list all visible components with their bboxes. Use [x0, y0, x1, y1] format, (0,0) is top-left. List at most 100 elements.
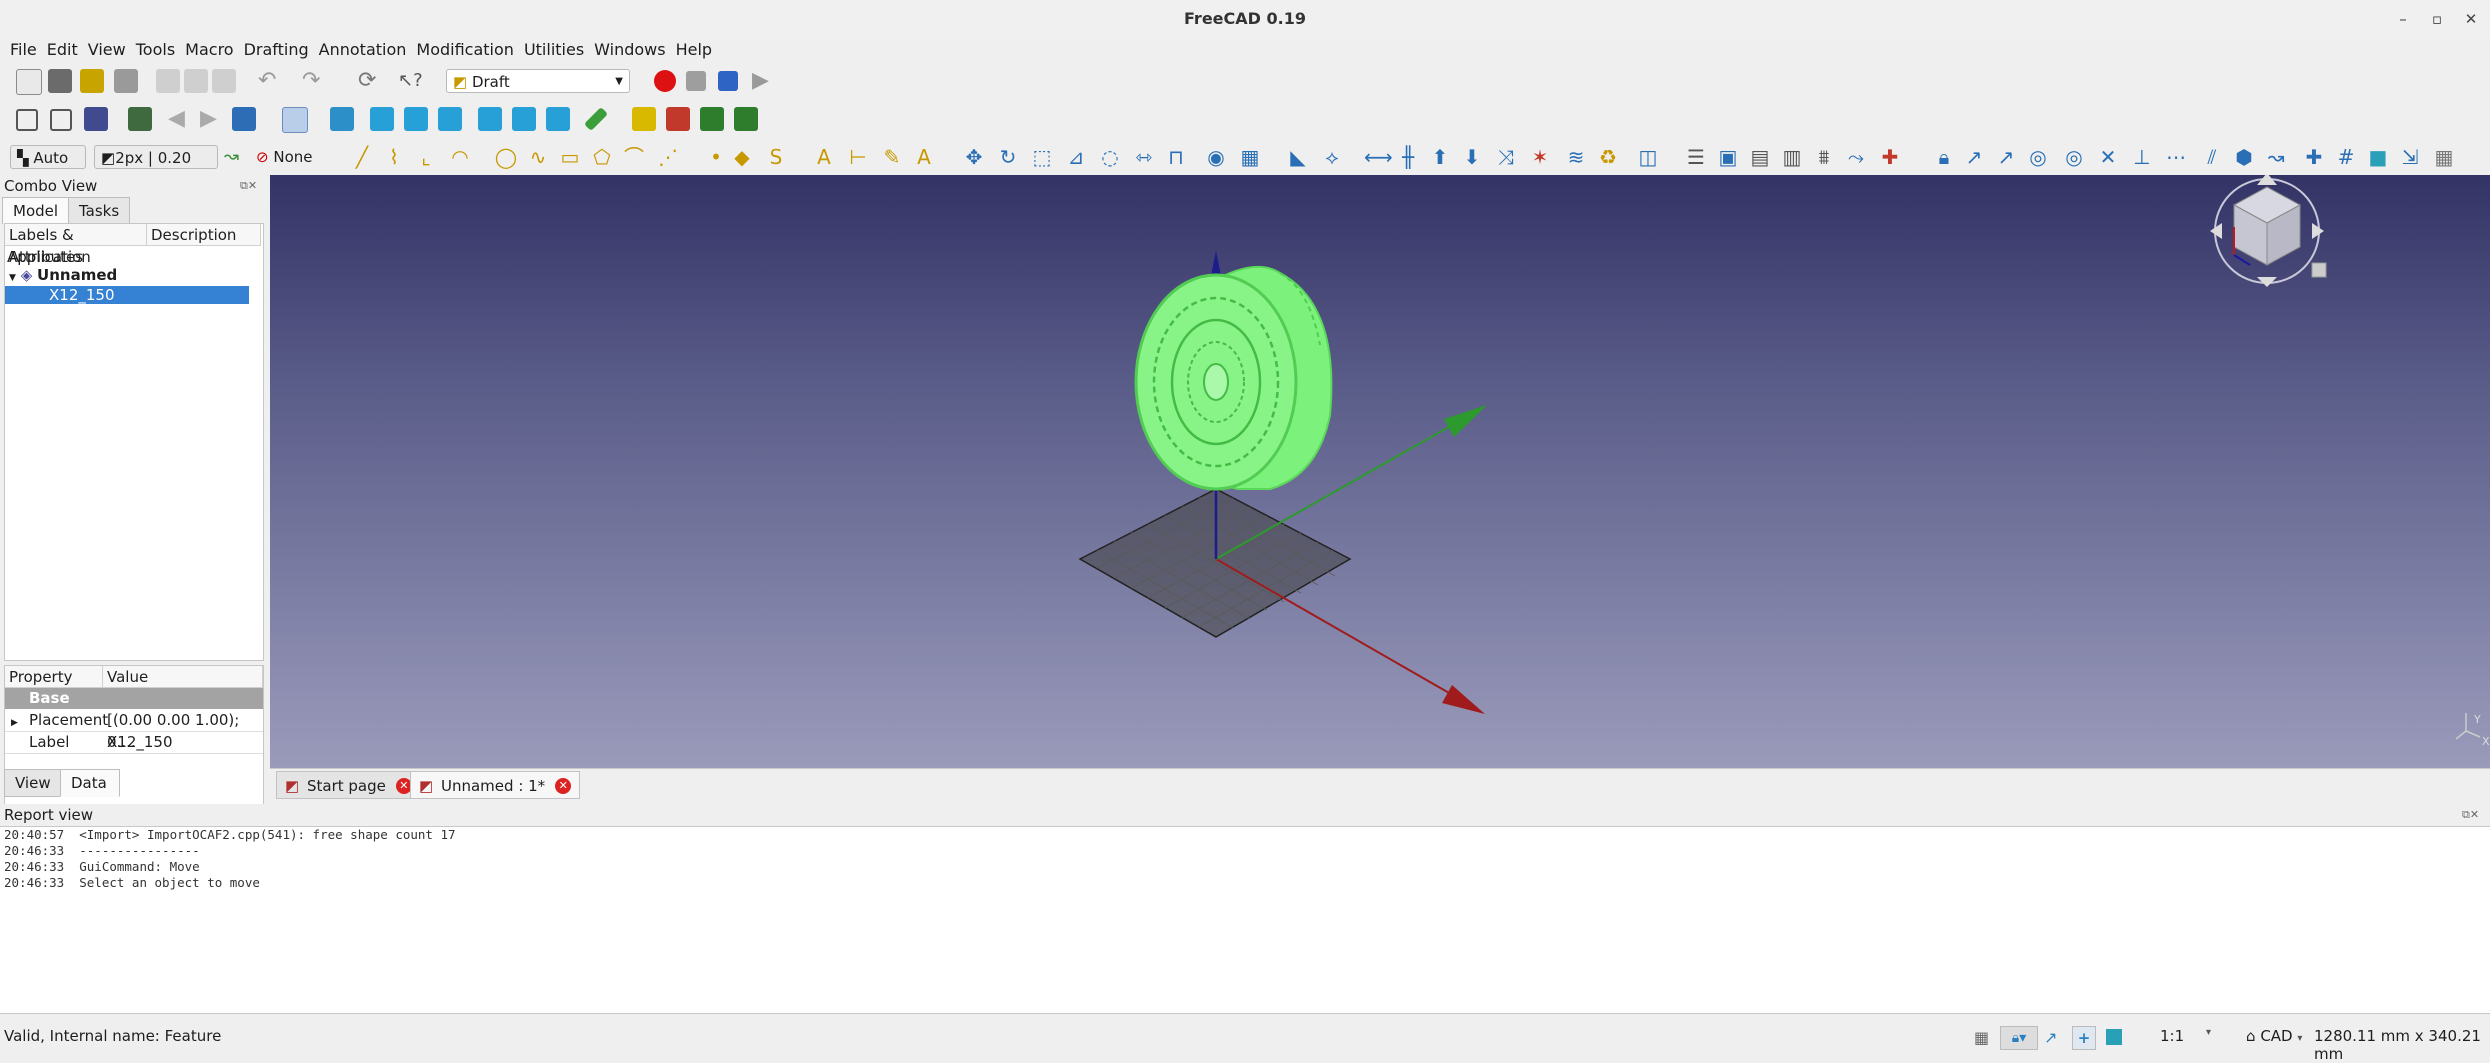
stop-macro-icon[interactable] — [686, 71, 706, 91]
snap-ortho-icon[interactable]: + — [2072, 1026, 2096, 1050]
link-icon[interactable] — [700, 107, 724, 131]
snap-grid-icon[interactable]: # — [2334, 145, 2358, 169]
snap-perpendicular-icon[interactable]: ⊥ — [2130, 145, 2154, 169]
annotation-style-icon[interactable]: A — [912, 145, 936, 169]
rear-view-icon[interactable] — [478, 107, 502, 131]
menu-annotation[interactable]: Annotation — [314, 38, 412, 62]
construction-mode-button[interactable]: ⊘ None — [256, 145, 313, 169]
facebinder-icon[interactable]: ◆ — [730, 145, 754, 169]
heal-icon[interactable]: ♻ — [1596, 145, 1620, 169]
working-plane-proxy-icon[interactable]: ◫ — [1636, 145, 1660, 169]
tab-unnamed-document[interactable]: ◩ Unnamed : 1* ✕ — [410, 771, 581, 799]
snap-dimensions-icon[interactable]: ⇲ — [2398, 145, 2422, 169]
draft-to-sketch-icon[interactable]: ✶ — [1528, 145, 1552, 169]
part-icon[interactable] — [632, 107, 656, 131]
bspline-icon[interactable]: ∿ — [526, 145, 550, 169]
float-close-icons[interactable]: ⧉✕ — [2462, 808, 2479, 822]
menu-windows[interactable]: Windows — [589, 38, 670, 62]
tree-document[interactable]: ▼ ◈ Unnamed — [9, 266, 117, 287]
select-group-icon[interactable]: ▤ — [1748, 145, 1772, 169]
subelement-icon[interactable]: ⟡ — [1320, 145, 1344, 169]
snap-near-icon[interactable]: ↝ — [2264, 145, 2288, 169]
prop-row-placement[interactable]: ▶ Placement [(0.00 0.00 1.00); 0.... — [5, 709, 263, 751]
snap-special-icon[interactable]: ⬢ — [2232, 145, 2256, 169]
tab-data[interactable]: Data — [60, 769, 120, 797]
fit-selection-icon[interactable] — [50, 109, 72, 131]
menu-macro[interactable]: Macro — [180, 38, 238, 62]
std-views-icon[interactable] — [232, 107, 256, 131]
menu-utilities[interactable]: Utilities — [519, 38, 589, 62]
stretch-icon[interactable]: ⇿ — [1132, 145, 1156, 169]
snap-intersection-icon[interactable]: ✕ — [2096, 145, 2120, 169]
tree-item-selected[interactable]: X12_150 — [5, 286, 249, 304]
left-view-icon[interactable] — [546, 107, 570, 131]
front-view-icon[interactable] — [370, 107, 394, 131]
snap-center-icon[interactable]: ◎ — [2026, 145, 2050, 169]
float-close-icons[interactable]: ⧉✕ — [240, 179, 257, 193]
dimension-icon[interactable]: ⊢ — [846, 145, 870, 169]
undo-icon[interactable]: ↶ — [258, 69, 282, 93]
chevron-down-icon[interactable]: ▾ — [2206, 1027, 2211, 1038]
label-icon[interactable]: ✎ — [880, 145, 904, 169]
prop-value[interactable]: X12_150 — [107, 731, 173, 753]
rotate-icon[interactable]: ↻ — [996, 145, 1020, 169]
array-icon[interactable]: ⋰ — [656, 145, 680, 169]
report-log[interactable]: 20:40:57 <Import> ImportOCAF2.cpp(541): … — [0, 826, 2490, 1014]
menu-view[interactable]: View — [83, 38, 131, 62]
add-to-group-icon[interactable]: ▣ — [1716, 145, 1740, 169]
snap-lock-icon[interactable]: 🔒︎▾ — [2000, 1026, 2038, 1050]
bezier-icon[interactable]: ⌒ — [622, 145, 646, 169]
close-icon[interactable]: ✕ — [555, 778, 572, 794]
menu-file[interactable]: File — [0, 38, 42, 62]
close-window-button[interactable]: ✕ — [2458, 6, 2484, 32]
line-icon[interactable]: ╱ — [350, 145, 374, 169]
snap-ortho-icon[interactable]: ✚ — [2302, 145, 2326, 169]
scale-display[interactable]: 1:1 — [2160, 1027, 2184, 1045]
tab-model[interactable]: Model — [2, 197, 70, 225]
snap-endpoint-icon[interactable]: ↗ — [1962, 145, 1986, 169]
wire-icon[interactable]: ⌇ — [382, 145, 406, 169]
right-view-icon[interactable] — [438, 107, 462, 131]
open-document-icon[interactable] — [48, 69, 72, 93]
trimex-icon[interactable]: ⊓ — [1164, 145, 1188, 169]
menu-edit[interactable]: Edit — [42, 38, 83, 62]
tab-view[interactable]: View — [4, 769, 62, 797]
3d-viewport[interactable]: Y X — [270, 175, 2490, 768]
tab-start-page[interactable]: ◩ Start page ✕ — [276, 771, 421, 799]
snap-mode-button[interactable]: ▚ Auto — [10, 145, 86, 169]
upgrade-icon[interactable]: ⬆ — [1428, 145, 1452, 169]
shape-string-icon[interactable]: S — [764, 145, 788, 169]
mirror-icon[interactable]: ⊿ — [1064, 145, 1088, 169]
rectangle-icon[interactable]: ▭ — [558, 145, 582, 169]
run-macro-icon[interactable]: ▶ — [752, 69, 776, 93]
expand-arrow-icon[interactable]: ▶ — [11, 718, 18, 728]
workbench-selector[interactable]: ◩ Draft ▼ — [446, 69, 630, 93]
tree-header-labels[interactable]: Labels & Attributes — [5, 224, 147, 266]
fit-all-icon[interactable] — [16, 109, 38, 131]
toggle-grid-icon[interactable]: ▦ — [2432, 145, 2456, 169]
bounding-box-icon[interactable] — [128, 107, 152, 131]
zoom-box-icon[interactable] — [282, 107, 308, 133]
whats-this-icon[interactable]: ↖? — [398, 69, 423, 93]
line-style-button[interactable]: ◩2px | 0.20 mm — [94, 145, 218, 191]
snap-midpoint-icon[interactable]: ↗ — [1994, 145, 2018, 169]
model-x12-150[interactable] — [1134, 266, 1333, 491]
copy-icon[interactable] — [184, 69, 208, 93]
snap-extension-icon[interactable]: ⋯ — [2164, 145, 2188, 169]
menu-help[interactable]: Help — [671, 38, 717, 62]
menu-tools[interactable]: Tools — [131, 38, 180, 62]
edit-icon[interactable]: ◣ — [1286, 145, 1310, 169]
navigation-style[interactable]: ⌂ CAD ▾ — [2246, 1027, 2302, 1045]
add-point-icon[interactable]: ⤳ — [1844, 145, 1868, 169]
paste-icon[interactable] — [212, 69, 236, 93]
top-view-icon[interactable] — [404, 107, 428, 131]
grid-icon[interactable]: ▦ — [1974, 1028, 1992, 1047]
offset-icon[interactable]: ◌ — [1098, 145, 1122, 169]
move-icon[interactable]: ✥ — [962, 145, 986, 169]
prop-header-property[interactable]: Property — [5, 666, 103, 688]
bottom-view-icon[interactable] — [512, 107, 536, 131]
snap-parallel-icon[interactable]: ⫽ — [2200, 145, 2224, 169]
snap-endpoint-icon[interactable]: ↗ — [2044, 1028, 2057, 1047]
arc-icon[interactable]: ◠ — [448, 145, 472, 169]
shape-2d-view-icon[interactable]: ≋ — [1564, 145, 1588, 169]
